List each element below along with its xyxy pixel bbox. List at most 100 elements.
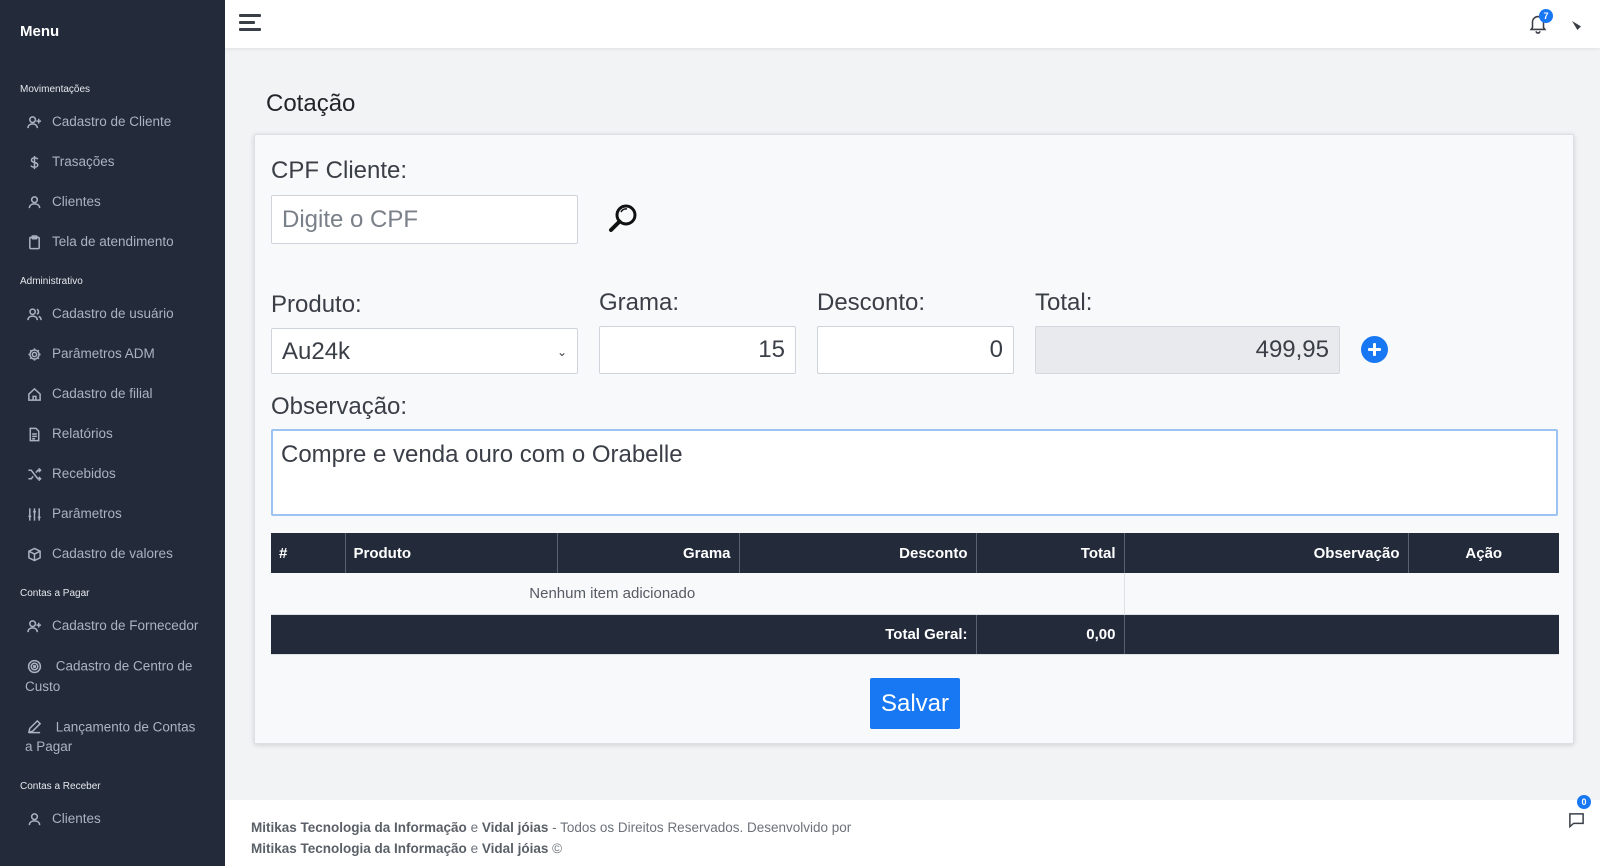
users-icon (25, 305, 43, 323)
sidebar-title: Menu (20, 23, 60, 40)
search-icon (609, 204, 637, 232)
sidebar-item-label: Cadastro de Cliente (52, 114, 172, 129)
clipboard-icon (25, 233, 43, 251)
sidebar-item-label: Tela de atendimento (52, 234, 174, 249)
sidebar-item-label: Cadastro de Fornecedor (52, 618, 199, 633)
footer-rights: - Todos os Direitos Reservados. Desenvol… (552, 820, 852, 835)
add-item-button[interactable] (1361, 336, 1388, 363)
sidebar-item-label: Lançamento de Contas a Pagar (25, 719, 196, 754)
document-icon (25, 425, 43, 443)
total-geral-value: 0,00 (976, 614, 1125, 655)
sidebar-item-centro-custo[interactable]: Cadastro de Centro de Custo (0, 646, 225, 707)
observacao-textarea[interactable]: Compre e venda ouro com o Orabelle (271, 429, 1558, 516)
sidebar-item-label: Clientes (52, 811, 101, 826)
column-header-total: Total (976, 533, 1125, 573)
sliders-icon (25, 505, 43, 523)
user-icon (25, 193, 43, 211)
column-header-produto: Produto (345, 533, 558, 573)
sidebar-item-label: Relatórios (52, 426, 113, 441)
sidebar-item-label: Clientes (52, 194, 101, 209)
total-output: 499,95 (1035, 326, 1340, 374)
user-plus-icon (25, 113, 43, 131)
grama-input[interactable]: 15 (599, 326, 796, 374)
table-row: Nenhum item adicionado (271, 573, 1559, 615)
sidebar-item-lancamento-contas[interactable]: Lançamento de Contas a Pagar (0, 707, 225, 768)
sidebar-item-label: Cadastro de Centro de Custo (25, 658, 193, 694)
sidebar-item-label: Cadastro de valores (52, 546, 173, 561)
search-button[interactable] (607, 202, 641, 241)
sidebar-item-clientes[interactable]: Clientes (0, 182, 225, 222)
sidebar-item-parametros-adm[interactable]: Parâmetros ADM (0, 334, 225, 374)
sidebar-item-label: Parâmetros (52, 506, 122, 521)
box-icon (25, 545, 43, 563)
column-header-desconto: Desconto (739, 533, 977, 573)
chat-button[interactable]: 0 (1568, 795, 1591, 832)
observacao-label: Observação: (271, 393, 408, 420)
sidebar-item-relatorios[interactable]: Relatórios (0, 414, 225, 454)
notification-badge: 7 (1539, 9, 1553, 23)
sidebar-item-cadastro-usuario[interactable]: Cadastro de usuário (0, 294, 225, 334)
footer-company-2: Mitikas Tecnologia da Informação (251, 841, 467, 856)
sidebar-item-label: Recebidos (52, 466, 116, 481)
shuffle-icon (25, 465, 43, 483)
gear-icon (25, 345, 43, 363)
sidebar-item-recebidos[interactable]: Recebidos (0, 454, 225, 494)
user-menu-caret[interactable] (1572, 17, 1581, 30)
sidebar-item-transacoes[interactable]: Trasações (0, 142, 225, 182)
footer-copyright: © (552, 841, 563, 856)
chat-badge: 0 (1577, 795, 1591, 809)
footer-client-2: Vidal jóias (481, 841, 549, 856)
produto-label: Produto: (271, 291, 362, 318)
footer-client: Vidal jóias (481, 820, 549, 835)
footer-conj: e (470, 820, 479, 835)
footer-company: Mitikas Tecnologia da Informação (251, 820, 467, 835)
sidebar-section-administrativo: Administrativo (20, 276, 83, 287)
column-header-grama: Grama (557, 533, 740, 573)
user-plus-icon (25, 617, 43, 635)
sidebar-item-cadastro-cliente[interactable]: Cadastro de Cliente (0, 102, 225, 142)
save-button[interactable]: Salvar (870, 678, 960, 729)
sidebar-section-movimentacoes: Movimentações (20, 84, 91, 95)
home-icon (25, 385, 43, 403)
pen-icon (25, 718, 43, 736)
sidebar-item-cadastro-valores[interactable]: Cadastro de valores (0, 534, 225, 574)
topbar: 7 (225, 0, 1600, 48)
sidebar: Menu Movimentações Cadastro de Cliente T… (0, 0, 225, 866)
sidebar-item-tela-atendimento[interactable]: Tela de atendimento (0, 222, 225, 262)
column-header-observacao: Observação (1124, 533, 1409, 573)
sidebar-section-contas-pagar: Contas a Pagar (20, 588, 90, 599)
produto-select[interactable]: Au24k ⌄ (271, 328, 578, 374)
total-geral-empty (1124, 614, 1559, 655)
table-header-row: # Produto Grama Desconto Total Observaçã… (271, 533, 1559, 573)
footer: Mitikas Tecnologia da Informação e Vidal… (225, 800, 1600, 866)
produto-selected-value: Au24k (282, 338, 351, 365)
target-icon (25, 657, 43, 675)
sidebar-item-clientes-receber[interactable]: Clientes (0, 799, 225, 839)
footer-line-1: Mitikas Tecnologia da Informação e Vidal… (251, 817, 1600, 838)
cpf-label: CPF Cliente: (271, 157, 408, 184)
cpf-field[interactable] (271, 195, 578, 244)
hamburger-icon[interactable] (239, 14, 261, 32)
desconto-label: Desconto: (817, 289, 926, 316)
notifications-button[interactable]: 7 (1527, 9, 1553, 36)
sidebar-item-cadastro-fornecedor[interactable]: Cadastro de Fornecedor (0, 606, 225, 646)
footer-conj-2: e (470, 841, 479, 856)
chevron-down-icon: ⌄ (556, 345, 567, 359)
sidebar-item-parametros[interactable]: Parâmetros (0, 494, 225, 534)
chat-icon (1569, 813, 1584, 829)
caret-icon (1572, 21, 1581, 30)
sidebar-item-cadastro-filial[interactable]: Cadastro de filial (0, 374, 225, 414)
cpf-input[interactable] (272, 196, 577, 243)
column-header-number: # (271, 533, 346, 573)
sidebar-section-contas-receber: Contas a Receber (20, 781, 101, 792)
total-label: Total: (1035, 289, 1093, 316)
total-geral-row: Total Geral: 0,00 (271, 614, 1559, 655)
items-table: # Produto Grama Desconto Total Observaçã… (271, 533, 1559, 655)
sidebar-item-label: Parâmetros ADM (52, 346, 155, 361)
empty-cell (1123, 573, 1559, 615)
grama-label: Grama: (599, 289, 680, 316)
column-header-acao: Ação (1408, 533, 1559, 573)
desconto-input[interactable]: 0 (817, 326, 1014, 374)
sidebar-item-label: Cadastro de usuário (52, 306, 174, 321)
sidebar-item-label: Trasações (52, 154, 115, 169)
